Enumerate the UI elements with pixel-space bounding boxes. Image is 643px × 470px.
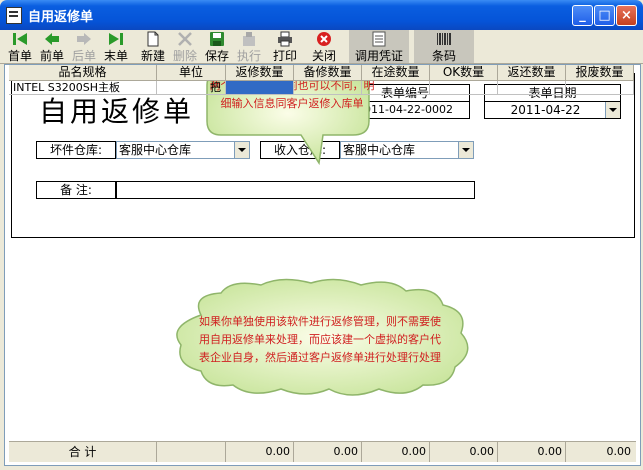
row-return-qty[interactable] xyxy=(498,81,566,95)
footer-return-total: 0.00 xyxy=(498,442,566,462)
footer-scrap-total: 0.00 xyxy=(606,445,632,458)
col-name[interactable]: 品名规格 xyxy=(9,65,157,81)
row-transit-qty[interactable] xyxy=(362,81,430,95)
title-bar: 自用返修单 _ □ × xyxy=(0,0,643,30)
execute-icon xyxy=(243,32,255,46)
print-button[interactable]: 打印 xyxy=(270,30,300,63)
save-button[interactable]: 保存 xyxy=(202,30,232,63)
last-record-button[interactable]: 末单 xyxy=(102,30,130,63)
close-button[interactable]: 关闭 xyxy=(308,30,340,63)
delete-button[interactable]: 删除 xyxy=(170,30,200,63)
chevron-down-icon[interactable] xyxy=(458,142,473,158)
printer-icon xyxy=(278,31,292,47)
last-record-icon xyxy=(109,33,123,45)
col-transit-qty[interactable]: 在途数量 xyxy=(362,65,430,81)
center-callout-text: 如果你单独使用该软件进行返修管理，则不需要使用自用返修单来处理，而应该建一个虚拟… xyxy=(199,315,441,364)
voucher-icon xyxy=(372,31,386,47)
row-name[interactable]: INTEL S3200SH主板 xyxy=(9,81,157,95)
footer-transit-total: 0.00 xyxy=(362,442,430,462)
footer-ok-total: 0.00 xyxy=(430,442,498,462)
prev-record-icon xyxy=(45,33,59,45)
first-record-button[interactable]: 首单 xyxy=(6,30,34,63)
window-title: 自用返修单 xyxy=(28,10,94,25)
doc-date-picker[interactable]: 2011-04-22 xyxy=(484,101,621,119)
close-circle-icon xyxy=(317,32,331,46)
row-repair-qty[interactable] xyxy=(226,81,294,95)
col-spare-qty[interactable]: 备修数量 xyxy=(294,65,362,81)
footer-repair-total: 0.00 xyxy=(226,442,294,462)
form-area: 自用返修单 表单编号 2011-04-22-0002 表单日期 2011-04-… xyxy=(4,64,641,466)
toolbar: 首单 前单 后单 末单 新建 删除 保存 执行 打印 关闭 调用凭证 条码 xyxy=(0,30,643,64)
footer-spare-total: 0.00 xyxy=(294,442,362,462)
first-record-icon xyxy=(13,33,27,45)
execute-button[interactable]: 执行 xyxy=(234,30,264,63)
row-scrap-qty[interactable] xyxy=(566,81,634,95)
col-return-qty[interactable]: 返还数量 xyxy=(498,65,566,81)
col-ok-qty[interactable]: OK数量 xyxy=(430,65,498,81)
new-doc-icon xyxy=(147,31,159,47)
row-spare-qty[interactable] xyxy=(294,81,362,95)
maximize-button[interactable]: □ xyxy=(594,5,615,26)
footer-unit-cell xyxy=(157,442,226,462)
col-unit[interactable]: 单位 xyxy=(157,65,226,81)
form-title: 自用返修单 xyxy=(39,95,195,128)
row-unit[interactable]: 把 xyxy=(157,81,226,95)
app-icon xyxy=(6,7,22,24)
minimize-button[interactable]: _ xyxy=(572,5,593,26)
prev-record-button[interactable]: 前单 xyxy=(38,30,66,63)
close-window-button[interactable]: × xyxy=(616,5,637,26)
barcode-icon xyxy=(437,33,451,45)
save-icon xyxy=(210,32,224,46)
footer-row: 合 计 0.00 0.00 0.00 0.00 0.00 0.00 xyxy=(9,441,636,462)
barcode-button[interactable]: 条码 xyxy=(414,30,474,63)
voucher-button[interactable]: 调用凭证 xyxy=(349,30,409,63)
next-record-icon xyxy=(77,33,91,45)
row-ok-qty[interactable] xyxy=(430,81,498,95)
bad-wh-label: 坏件仓库: xyxy=(36,141,116,159)
next-record-button[interactable]: 后单 xyxy=(70,30,98,63)
remark-label: 备 注: xyxy=(36,181,116,199)
footer-label: 合 计 xyxy=(9,442,157,462)
col-scrap-qty[interactable]: 报废数量 xyxy=(566,65,634,81)
remark-field[interactable] xyxy=(116,181,475,199)
delete-icon xyxy=(178,32,192,46)
col-repair-qty[interactable]: 返修数量 xyxy=(226,65,294,81)
new-button[interactable]: 新建 xyxy=(138,30,168,63)
chevron-down-icon[interactable] xyxy=(605,102,620,118)
